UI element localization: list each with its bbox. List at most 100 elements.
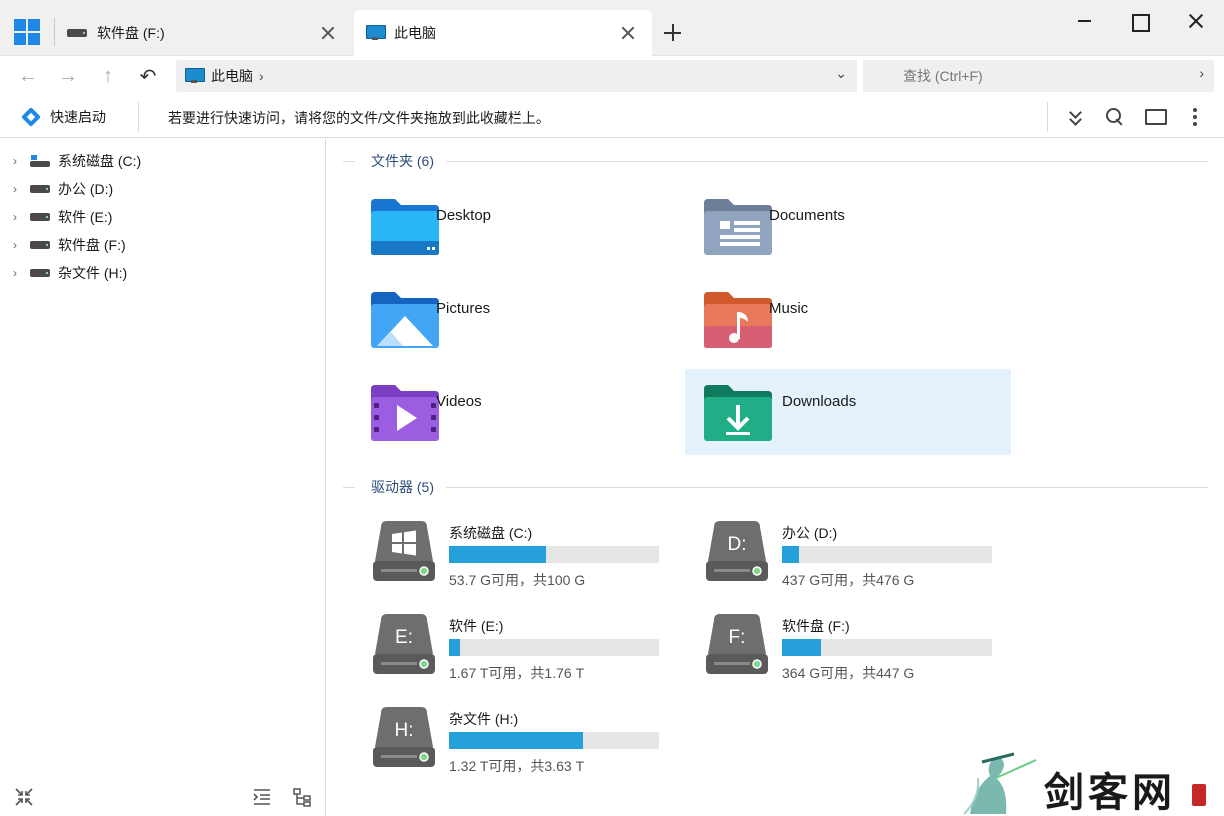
chevron-right-icon[interactable]: › bbox=[8, 238, 22, 252]
drive-free-space: 1.67 T可用，共1.76 T bbox=[449, 665, 585, 681]
folder-pictures[interactable]: Pictures bbox=[355, 278, 681, 364]
chevron-right-icon[interactable]: › bbox=[8, 182, 22, 196]
drive-h[interactable]: H: 杂文件 (H:) 1.32 T可用，共3.63 T bbox=[373, 707, 673, 779]
drive-usage-bar bbox=[449, 732, 659, 749]
start-menu-button[interactable] bbox=[0, 10, 54, 54]
more-options-button[interactable] bbox=[1181, 104, 1209, 130]
folder-downloads[interactable]: Downloads bbox=[685, 369, 1011, 455]
folder-music[interactable]: Music bbox=[688, 278, 1014, 364]
drive-name: 杂文件 (H:) bbox=[449, 711, 519, 727]
refresh-button[interactable]: ↶ bbox=[132, 60, 164, 92]
drives-section-header[interactable]: 驱动器 (5) bbox=[343, 476, 1208, 498]
toolbar-separator bbox=[1047, 102, 1048, 132]
sidebar-item-f-drive[interactable]: › 软件盘 (F:) bbox=[8, 233, 126, 257]
drive-e[interactable]: E: 软件 (E:) 1.67 T可用，共1.76 T bbox=[373, 614, 673, 686]
chevron-right-icon[interactable]: › bbox=[8, 266, 22, 280]
address-bar[interactable]: 此电脑 › ⌄ bbox=[176, 60, 857, 92]
expand-toolbar-button[interactable] bbox=[1062, 104, 1090, 130]
outline-view-button[interactable] bbox=[250, 786, 274, 808]
up-button[interactable]: ↑ bbox=[92, 60, 124, 92]
folder-name: Videos bbox=[436, 393, 482, 410]
search-placeholder: 查找 (Ctrl+F) bbox=[903, 68, 983, 84]
drive-name: 办公 (D:) bbox=[782, 525, 838, 541]
tree-view-button[interactable] bbox=[290, 786, 314, 808]
search-icon bbox=[1106, 108, 1124, 126]
quick-launch-button[interactable]: 快速启动 bbox=[20, 104, 106, 130]
folder-name: Downloads bbox=[782, 393, 857, 410]
undo-icon: ↶ bbox=[139, 65, 157, 88]
tab-label: 软件盘 (F:) bbox=[97, 25, 165, 41]
favorites-hint: 若要进行快速访问，请将您的文件/文件夹拖放到此收藏栏上。 bbox=[168, 110, 550, 126]
sidebar-item-label: 软件 (E:) bbox=[58, 209, 113, 225]
chevron-right-icon[interactable]: › bbox=[8, 154, 22, 168]
drive-icon bbox=[30, 241, 50, 249]
breadcrumb-chevron-icon[interactable]: › bbox=[259, 68, 264, 84]
collapse-arrows-icon bbox=[15, 788, 33, 806]
tab-software-drive[interactable]: 软件盘 (F:) bbox=[55, 10, 352, 56]
divider bbox=[446, 486, 1208, 488]
preview-pane-button[interactable] bbox=[1142, 104, 1170, 130]
double-chevron-down-icon bbox=[1068, 106, 1084, 126]
sidebar-item-label: 软件盘 (F:) bbox=[58, 237, 126, 253]
drive-icon bbox=[30, 213, 50, 221]
search-button[interactable] bbox=[1101, 104, 1129, 130]
navigation-pane: › 系统磁盘 (C:) › 办公 (D:) › 软件 (E:) › 软件盘 (F… bbox=[0, 139, 326, 816]
drive-icon: F: bbox=[706, 614, 768, 674]
divider bbox=[446, 160, 1208, 162]
chevron-right-icon[interactable]: › bbox=[8, 210, 22, 224]
drive-c[interactable]: 系统磁盘 (C:) 53.7 G可用，共100 G bbox=[373, 521, 673, 593]
desktop-folder-icon bbox=[371, 199, 439, 255]
toolbar-separator bbox=[138, 102, 139, 132]
folder-name: Music bbox=[769, 300, 809, 317]
tab-this-pc[interactable]: 此电脑 bbox=[354, 10, 652, 56]
arrow-up-icon: ↑ bbox=[103, 64, 113, 87]
sidebar-item-d-drive[interactable]: › 办公 (D:) bbox=[8, 177, 113, 201]
folder-desktop[interactable]: Desktop bbox=[355, 185, 681, 271]
minimize-button[interactable] bbox=[1056, 0, 1112, 42]
search-input[interactable]: 查找 (Ctrl+F) › bbox=[863, 60, 1214, 92]
drive-f[interactable]: F: 软件盘 (F:) 364 G可用，共447 G bbox=[706, 614, 1006, 686]
drive-usage-bar bbox=[449, 639, 659, 656]
arrow-left-icon: ← bbox=[18, 64, 38, 87]
windows-logo-icon bbox=[14, 19, 40, 45]
new-tab-button[interactable] bbox=[660, 20, 686, 46]
search-go-icon[interactable]: › bbox=[1199, 65, 1204, 81]
drive-usage-fill bbox=[782, 639, 822, 656]
quick-launch-icon bbox=[20, 106, 42, 128]
close-tab-icon[interactable] bbox=[318, 23, 338, 43]
address-dropdown-icon[interactable]: ⌄ bbox=[835, 65, 847, 82]
close-window-button[interactable] bbox=[1168, 0, 1224, 42]
folders-section-header[interactable]: 文件夹 (6) bbox=[343, 150, 1208, 172]
folder-videos[interactable]: Videos bbox=[355, 371, 681, 457]
music-folder-icon bbox=[704, 292, 772, 348]
drive-name: 软件盘 (F:) bbox=[782, 618, 850, 634]
quick-launch-label: 快速启动 bbox=[50, 109, 106, 125]
pane-icon bbox=[1145, 109, 1167, 125]
folder-name: Desktop bbox=[436, 207, 492, 224]
tree-structure-icon bbox=[293, 788, 311, 807]
collapse-all-button[interactable] bbox=[12, 786, 36, 808]
drive-icon: D: bbox=[706, 521, 768, 581]
back-button[interactable]: ← bbox=[12, 60, 44, 92]
drive-icon bbox=[30, 269, 50, 277]
site-watermark: 剑客网 bbox=[960, 748, 1220, 816]
seal-stamp-icon bbox=[1192, 784, 1206, 806]
drive-icon bbox=[30, 185, 50, 193]
maximize-button[interactable] bbox=[1112, 0, 1168, 42]
this-pc-icon bbox=[366, 25, 386, 41]
sidebar-item-e-drive[interactable]: › 软件 (E:) bbox=[8, 205, 112, 229]
drive-name: 系统磁盘 (C:) bbox=[449, 525, 533, 541]
drive-free-space: 364 G可用，共447 G bbox=[782, 665, 915, 681]
forward-button[interactable]: → bbox=[52, 60, 84, 92]
drive-d[interactable]: D: 办公 (D:) 437 G可用，共476 G bbox=[706, 521, 1006, 593]
folder-documents[interactable]: Documents bbox=[688, 185, 1014, 271]
folder-name: Documents bbox=[769, 207, 845, 224]
content-pane: 文件夹 (6) Desktop Documents Pictures Music… bbox=[327, 139, 1224, 816]
drive-letter: E: bbox=[395, 627, 413, 648]
close-tab-icon[interactable] bbox=[618, 23, 638, 43]
breadcrumb-this-pc[interactable]: 此电脑 bbox=[211, 66, 253, 86]
sidebar-item-h-drive[interactable]: › 杂文件 (H:) bbox=[8, 261, 127, 285]
sidebar-item-c-drive[interactable]: › 系统磁盘 (C:) bbox=[8, 149, 141, 173]
windows-drive-icon bbox=[30, 155, 50, 167]
documents-folder-icon bbox=[704, 199, 772, 255]
